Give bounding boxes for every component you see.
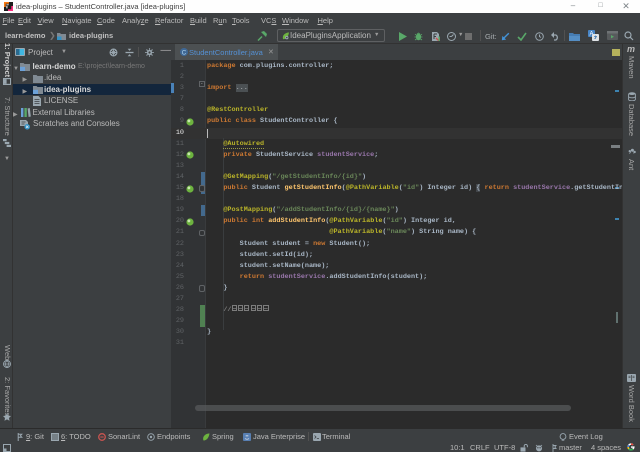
svg-text:C: C — [182, 49, 187, 56]
